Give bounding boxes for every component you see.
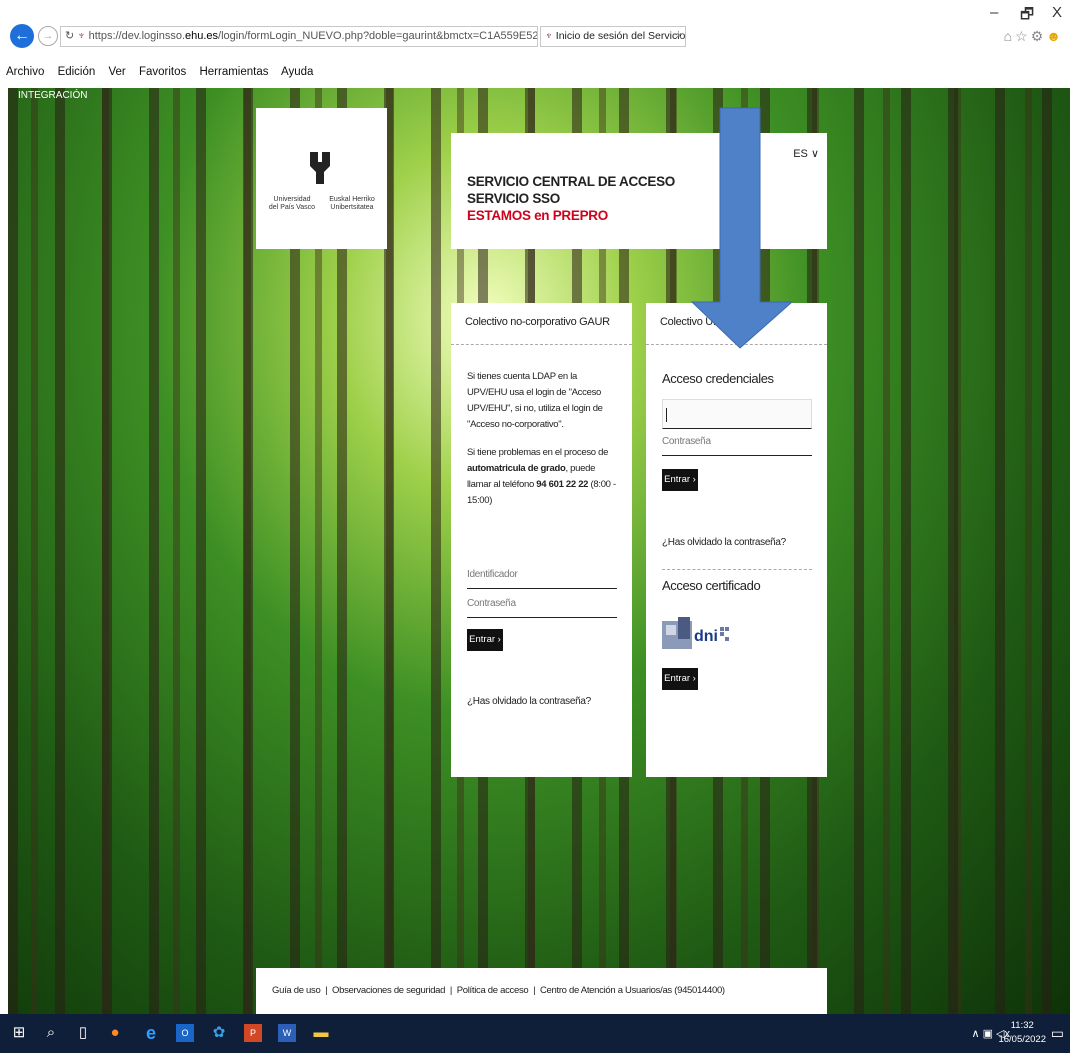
section-divider xyxy=(662,569,812,570)
url-prefix: https://dev.loginsso. xyxy=(88,30,185,42)
logo-text-euskal: Euskal Herriko xyxy=(329,196,375,203)
minimize-button[interactable]: – xyxy=(990,4,998,21)
footer-link-guia[interactable]: Guía de uso xyxy=(272,985,321,996)
tab-close-icon[interactable]: × xyxy=(676,27,682,46)
gaur-submit-button[interactable]: Entrar › xyxy=(467,629,503,651)
system-clock[interactable]: 11:32 16/05/2022 xyxy=(998,1019,1046,1047)
windows-start-icon[interactable]: ⊞ xyxy=(10,1024,28,1042)
firefox-icon[interactable]: ● xyxy=(106,1024,124,1042)
certificate-submit-button[interactable]: Entrar › xyxy=(662,668,698,690)
footer-link-politica[interactable]: Política de acceso xyxy=(457,985,529,996)
tab-favicon-icon: ♆ xyxy=(545,30,553,42)
back-button[interactable]: ← xyxy=(10,24,34,48)
home-icon[interactable]: ⌂ xyxy=(1004,28,1015,44)
gaur-card-heading: Colectivo no-corporativo GAUR xyxy=(451,303,632,345)
outlook-icon[interactable]: O xyxy=(176,1024,194,1042)
upv-forgot-password-link[interactable]: ¿Has olvidado la contraseña? xyxy=(662,537,786,548)
task-view-icon[interactable]: ▯ xyxy=(74,1024,92,1042)
environment-notice: ESTAMOS en PREPRO xyxy=(467,208,608,223)
windows-taskbar: ⊞ ⌕ ▯ ● e O ✿ P W ▬ ∧ ▣ ◁x 11:32 16/05/2… xyxy=(0,1014,1070,1053)
gaur-info-text: Si tienes cuenta LDAP en la UPV/EHU usa … xyxy=(467,371,603,430)
university-emblem-icon xyxy=(310,152,330,184)
url-domain: ehu.es xyxy=(185,30,219,42)
settings-gear-icon[interactable]: ⚙ xyxy=(1031,28,1047,44)
address-bar[interactable]: ↻ ♆ https://dev.loginsso.ehu.es/login/fo… xyxy=(60,26,538,47)
down-arrow-annotation-icon xyxy=(690,107,794,349)
powerpoint-icon[interactable]: P xyxy=(244,1024,262,1042)
word-icon[interactable]: W xyxy=(278,1024,296,1042)
menu-ver[interactable]: Ver xyxy=(108,66,125,78)
browser-tab[interactable]: ♆ Inicio de sesión del Servicio... × xyxy=(540,26,686,47)
gaur-login-card: Colectivo no-corporativo GAUR Si tienes … xyxy=(451,303,632,777)
favorites-star-icon[interactable]: ☆ xyxy=(1015,28,1031,44)
certificate-title: Acceso certificado xyxy=(662,578,761,593)
browser-toolbar-icons: ⌂☆⚙☻ xyxy=(1004,28,1064,45)
university-logo-card: Universidad del País Vasco Euskal Herrik… xyxy=(256,108,387,249)
footer-sep: | xyxy=(325,985,328,996)
upv-username-input[interactable] xyxy=(662,399,812,429)
gaur-identifier-field[interactable]: Identificador xyxy=(467,569,617,589)
footer-sep: | xyxy=(533,985,536,996)
internet-explorer-icon[interactable]: e xyxy=(140,1024,162,1042)
credentials-title: Acceso credenciales xyxy=(662,371,774,386)
text-caret xyxy=(666,408,667,422)
browser-chrome: – 🗗 X ← → ↻ ♆ https://dev.loginsso.ehu.e… xyxy=(0,0,1070,88)
forward-button[interactable]: → xyxy=(38,26,58,46)
refresh-icon[interactable]: ↻ xyxy=(65,30,74,42)
menu-herramientas[interactable]: Herramientas xyxy=(199,66,268,78)
smiley-icon[interactable]: ☻ xyxy=(1046,28,1064,44)
forest-background-page: INTEGRACIÓN Universidad del País Vasco E… xyxy=(8,88,1070,1014)
footer-link-observaciones[interactable]: Observaciones de seguridad xyxy=(332,985,445,996)
help-phone: 94 601 22 22 xyxy=(536,479,589,490)
menu-favoritos[interactable]: Favoritos xyxy=(139,66,186,78)
file-explorer-icon[interactable]: ▬ xyxy=(312,1024,330,1042)
footer-sep: | xyxy=(449,985,453,996)
gaur-forgot-password-link[interactable]: ¿Has olvidado la contraseña? xyxy=(467,696,591,707)
dni-text: dni xyxy=(694,628,718,645)
favicon-icon: ♆ xyxy=(77,30,86,42)
logo-text-pais-vasco: del País Vasco xyxy=(268,204,316,211)
dni-certificate-logo[interactable]: dni xyxy=(662,613,736,653)
tab-title: Inicio de sesión del Servicio... xyxy=(555,30,686,42)
help-text-bold: automatricula de grado xyxy=(467,463,566,474)
upv-password-field[interactable]: Contraseña xyxy=(662,436,812,456)
gaur-help-text: Si tiene problemas en el proceso de auto… xyxy=(467,445,617,509)
logo-text-unibertsitatea: Unibertsitatea xyxy=(330,204,374,211)
menu-edicion[interactable]: Edición xyxy=(58,66,96,78)
service-title-1: SERVICIO CENTRAL DE ACCESO xyxy=(467,174,675,189)
restore-button[interactable]: 🗗 xyxy=(1020,4,1034,29)
footer-link-centro-atencion[interactable]: Centro de Atención a Usuarios/as (945014… xyxy=(540,985,725,996)
integration-label: INTEGRACIÓN xyxy=(18,90,88,101)
footer-links: Guía de uso | Observaciones de seguridad… xyxy=(256,968,827,1014)
gaur-password-field[interactable]: Contraseña xyxy=(467,598,617,618)
upv-login-card: Colectivo UPV/EHU Acceso credenciales Co… xyxy=(646,303,827,777)
menu-bar: Archivo Edición Ver Favoritos Herramient… xyxy=(6,66,323,78)
teams-icon[interactable]: ✿ xyxy=(210,1024,228,1042)
search-icon[interactable]: ⌕ xyxy=(42,1024,60,1042)
upv-submit-button[interactable]: Entrar › xyxy=(662,469,698,491)
menu-archivo[interactable]: Archivo xyxy=(6,66,44,78)
menu-ayuda[interactable]: Ayuda xyxy=(281,66,313,78)
logo-text-universidad: Universidad xyxy=(273,196,311,203)
help-text-a: Si tiene problemas en el proceso de xyxy=(467,447,609,458)
url-suffix: /login/formLogin_NUEVO.php?doble=gaurint… xyxy=(218,30,538,42)
service-title-2: SERVICIO SSO xyxy=(467,191,560,206)
clock-date: 16/05/2022 xyxy=(998,1034,1046,1045)
clock-time: 11:32 xyxy=(1010,1020,1034,1031)
close-window-button[interactable]: X xyxy=(1052,4,1062,21)
notification-icon[interactable]: ▭ xyxy=(1051,1025,1064,1042)
